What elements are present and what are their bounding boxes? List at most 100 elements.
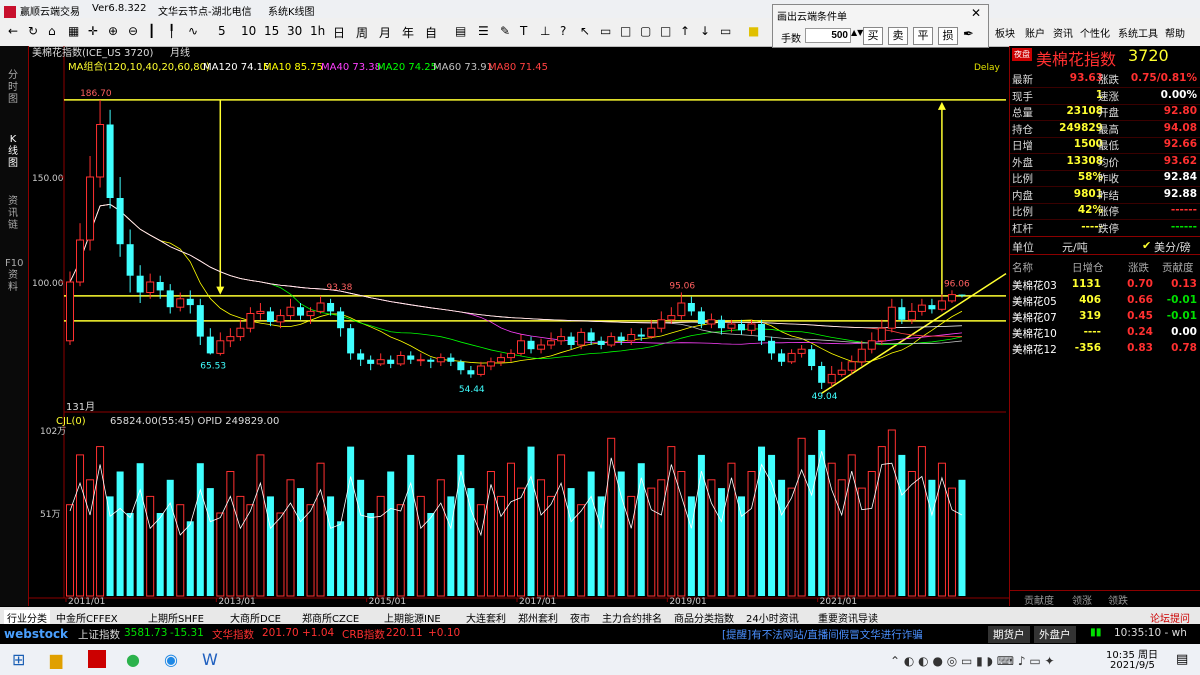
period-button-9[interactable]: 自 [425,24,437,41]
buy-button[interactable]: 买 [863,27,883,45]
tab-contrib[interactable]: 贡献度 [1024,592,1054,607]
kline-icon[interactable]: ┃ [148,24,155,38]
foreign-account-button[interactable]: 外盘户 [1034,626,1076,643]
market-tab[interactable]: 中金所CFFEX [56,610,118,625]
period-button-6[interactable]: 周 [356,24,368,41]
forum-button[interactable]: 论坛提问 [1150,610,1190,625]
market-tab[interactable]: 上期能源INE [384,610,441,625]
window2-icon[interactable]: ▭ [720,24,731,38]
unit-alt[interactable]: 美分/磅 [1154,239,1191,255]
futures-account-button[interactable]: 期货户 [988,626,1030,643]
list-icon[interactable]: ☰ [478,24,489,38]
market-tab[interactable]: 夜市 [570,610,590,625]
candle-body [86,176,95,241]
period-button-1[interactable]: 10 [241,24,256,38]
tab-timeshare[interactable]: 分时图 [5,70,21,106]
market-tab[interactable]: 上期所SHFE [148,610,204,625]
volume-bar [276,512,285,597]
period-button-0[interactable]: 5 [218,24,226,38]
volume-bar [887,429,896,597]
zoom-out-icon[interactable]: ⊖ [128,24,138,38]
ruler-icon[interactable]: ⊥ [540,24,550,38]
related-row[interactable]: 美棉花10 ---- 0.24 0.00 [1010,324,1200,340]
market-tab[interactable]: 郑商所CZCE [302,610,359,625]
kline-chart[interactable]: 186.70 93.38 65.53 54.44 95.06 49.04 96.06 201… [28,46,1009,606]
menu-item[interactable]: 系统工具 [1118,25,1158,40]
volume-bar [787,487,796,597]
volume-bar [196,463,204,596]
trend-line[interactable] [821,272,1007,394]
related-row[interactable]: 美棉花05 406 0.66 -0.01 [1010,292,1200,308]
sell-button[interactable]: 卖 [888,27,908,45]
draw-icon[interactable]: ✎ [500,24,510,38]
cursor-icon[interactable]: ↖ [580,24,590,38]
grid-icon[interactable]: ▦ [68,24,79,38]
menu-item[interactable]: 资讯 [1053,25,1073,40]
market-tab[interactable]: 行业分类 [4,610,50,625]
market-tab[interactable]: 大商所DCE [230,610,281,625]
browser-icon[interactable]: ◉ [164,650,178,669]
home-icon[interactable]: ⌂ [48,24,56,38]
menu-item[interactable]: 个性化 [1080,25,1110,40]
screen-icon[interactable]: ▢ [640,24,651,38]
period-button-8[interactable]: 年 [402,24,414,41]
tab-f10[interactable]: F10资料 [5,258,23,294]
period-button-4[interactable]: 1h [310,24,325,38]
wenhua-app-icon[interactable] [88,650,106,668]
tab-news[interactable]: 资讯链 [5,196,21,232]
market-tab[interactable]: 24小时资讯 [746,610,799,625]
wechat-icon[interactable]: ● [126,650,140,669]
menu-item[interactable]: 账户 [1025,25,1045,40]
period-button-2[interactable]: 15 [264,24,279,38]
related-row[interactable]: 美棉花03 1131 0.70 0.13 [1010,276,1200,292]
market-tab[interactable]: 郑州套利 [518,610,558,625]
line-icon[interactable]: ∿ [188,24,198,38]
indicator-icon[interactable]: ▤ [455,24,466,38]
chart-period[interactable]: 月线 [170,46,190,59]
ticker-text[interactable]: [提醒]有不法网站/直播间假冒文华进行诈骗 [722,627,923,642]
market-tab[interactable]: 重要资讯导读 [818,610,878,625]
period-button-7[interactable]: 月 [379,24,391,41]
market-tab[interactable]: 大连套利 [466,610,506,625]
crosshair-icon[interactable]: ✛ [88,24,98,38]
tab-leaders-down[interactable]: 领跌 [1108,592,1128,607]
window-icon[interactable]: ▭ [600,24,611,38]
back-icon[interactable]: ← [8,24,18,38]
help-circle-icon[interactable]: ? [560,24,566,38]
market-tab[interactable]: 主力合约排名 [602,610,662,625]
zoom-in-icon[interactable]: ⊕ [108,24,118,38]
down-arrow-icon[interactable]: ↓ [700,24,710,38]
menu-item[interactable]: 板块 [995,25,1015,40]
qty-input[interactable] [805,28,851,43]
close-position-button[interactable]: 平 [913,27,933,45]
related-oi: 406 [1079,294,1101,306]
period-button-5[interactable]: 日 [333,24,345,41]
close-icon[interactable]: ✕ [971,6,981,20]
related-row[interactable]: 美棉花07 319 0.45 -0.01 [1010,308,1200,324]
related-row[interactable]: 美棉花12 -356 0.83 0.78 [1010,340,1200,356]
tray-icons[interactable]: ⌃ ◐ ◐ ● ◎ ▭ ▮ ◗ ⌨ ♪ ▭ ✦ [890,654,1055,668]
refresh-icon[interactable]: ↻ [28,24,38,38]
file-explorer-icon[interactable]: ▆ [50,650,62,669]
up-arrow-icon[interactable]: ↑ [680,24,690,38]
tab-kline[interactable]: K线图 [5,134,21,170]
period-button-3[interactable]: 30 [287,24,302,38]
tab-leaders-up[interactable]: 领涨 [1072,592,1092,607]
ma-group-label[interactable]: MA组合(120,10,40,20,60,80) [68,60,210,73]
windows-start-icon[interactable]: ⊞ [12,650,25,669]
bar-icon[interactable]: ╿ [168,24,175,38]
square-icon[interactable]: □ [620,24,631,38]
word-icon[interactable]: W [202,650,218,669]
market-tab[interactable]: 商品分类指数 [674,610,734,625]
stop-loss-button[interactable]: 损 [938,27,958,45]
candle-body [396,355,405,365]
text-icon[interactable]: T [520,24,527,38]
qty-stepper[interactable]: ▲▼ [851,28,863,37]
pen-icon[interactable]: ✒ [963,27,974,42]
menu-item[interactable]: 帮助 [1165,25,1185,40]
volume-bar [226,471,235,597]
square2-icon[interactable]: □ [660,24,671,38]
notification-icon[interactable]: ▤ [1176,652,1188,667]
volume-bar [327,496,335,596]
color-icon[interactable]: ■ [748,24,759,38]
